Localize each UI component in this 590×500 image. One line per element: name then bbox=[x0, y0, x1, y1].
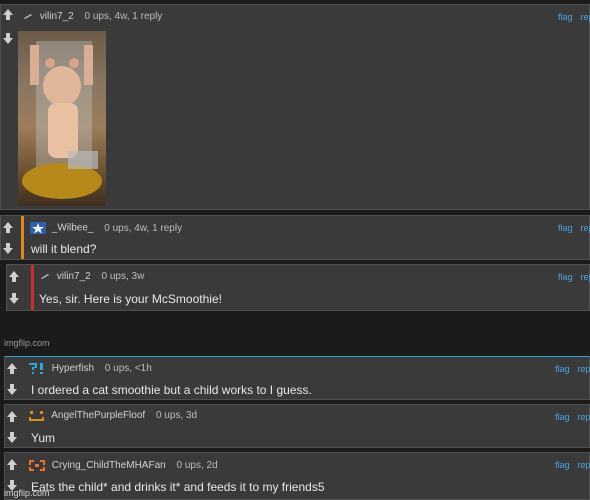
username-link[interactable]: _Wilbee_ bbox=[52, 223, 94, 234]
comment-actions: flag reply bbox=[558, 12, 590, 22]
comment-header: Hyperfish 0 ups, <1h bbox=[28, 362, 152, 375]
reply-link[interactable]: reply bbox=[578, 412, 590, 422]
flag-link[interactable]: flag bbox=[558, 223, 573, 233]
comment-angel: AngelThePurpleFloof 0 ups, 3d flagreply … bbox=[4, 404, 590, 448]
vote-column bbox=[5, 357, 19, 399]
frame-badge-icon bbox=[28, 459, 46, 472]
comment-meta: 0 ups, 3w bbox=[101, 271, 145, 282]
question-badge-icon bbox=[28, 362, 46, 375]
comment-hyperfish: Hyperfish 0 ups, <1h flag reply I ordered… bbox=[4, 356, 590, 400]
smile-badge-icon bbox=[28, 410, 46, 421]
flag-link[interactable]: flag bbox=[555, 364, 570, 374]
flag-link[interactable]: flag bbox=[555, 412, 570, 422]
star-badge-icon bbox=[30, 222, 46, 234]
comment-wilbee: _Wilbee_ 0 ups, 4w, 1 reply flag reply wi… bbox=[0, 215, 590, 260]
vote-column bbox=[7, 265, 21, 310]
comment-vilin-image: vilin7_2 0 ups, 4w, 1 reply flag reply bbox=[0, 4, 590, 210]
accent-bar bbox=[31, 265, 34, 310]
username-link[interactable]: vilin7_2 bbox=[57, 271, 91, 282]
upvote-icon[interactable] bbox=[2, 220, 14, 234]
comment-text: Eats the child* and drinks it* and feeds… bbox=[31, 480, 325, 494]
downvote-icon[interactable] bbox=[2, 31, 14, 45]
user-avatar-icon bbox=[40, 272, 50, 280]
comment-header: AngelThePurpleFloof 0 ups, 3d bbox=[28, 410, 197, 421]
comment-vilin-reply: vilin7_2 0 ups, 3w flag reply Yes, sir. H… bbox=[6, 264, 590, 311]
comment-text: Yes, sir. Here is your McSmoothie! bbox=[39, 292, 222, 306]
comment-header: vilin7_2 0 ups, 4w, 1 reply bbox=[23, 11, 162, 22]
username-link[interactable]: Hyperfish bbox=[52, 363, 94, 374]
comment-actions: flag reply bbox=[555, 412, 590, 422]
comment-header: Crying_ChildTheMHAFan 0 ups, 2d bbox=[28, 459, 218, 472]
vote-column bbox=[5, 405, 19, 447]
upvote-icon[interactable] bbox=[8, 269, 20, 283]
comment-header: vilin7_2 0 ups, 3w bbox=[40, 271, 144, 282]
reply-link[interactable]: reply bbox=[581, 223, 590, 233]
comment-header: _Wilbee_ 0 ups, 4w, 1 reply bbox=[30, 222, 182, 234]
comment-meta: 0 ups, <1h bbox=[104, 363, 152, 375]
baby-in-blender-photo bbox=[22, 41, 102, 199]
vote-column bbox=[1, 216, 15, 259]
flag-link[interactable]: flag bbox=[555, 460, 570, 470]
comment-meta: 0 ups, 2d bbox=[176, 460, 218, 472]
downvote-icon[interactable] bbox=[8, 291, 20, 305]
comment-text: Yum bbox=[31, 431, 56, 445]
downvote-icon[interactable] bbox=[6, 382, 18, 396]
imgflip-footer-watermark: imgflip.com bbox=[4, 488, 50, 498]
comment-actions: flag reply bbox=[558, 272, 590, 282]
vote-column bbox=[1, 5, 15, 209]
comment-actions: flag reply bbox=[555, 460, 590, 470]
username-link[interactable]: AngelThePurpleFloof bbox=[51, 410, 145, 421]
comment-image[interactable] bbox=[18, 31, 106, 206]
accent-bar bbox=[21, 216, 24, 259]
username-link[interactable]: vilin7_2 bbox=[40, 11, 74, 22]
reply-link[interactable]: reply bbox=[581, 272, 590, 282]
reply-link[interactable]: reply bbox=[581, 12, 590, 22]
upvote-icon[interactable] bbox=[6, 457, 18, 471]
comment-actions: flag reply bbox=[558, 223, 590, 233]
comment-meta: 0 ups, 4w, 1 reply bbox=[84, 11, 163, 22]
user-avatar-icon bbox=[23, 12, 33, 20]
downvote-icon[interactable] bbox=[2, 241, 14, 255]
comment-text: I ordered a cat smoothie but a child wor… bbox=[31, 383, 312, 397]
reply-link[interactable]: reply bbox=[578, 364, 590, 374]
upvote-icon[interactable] bbox=[2, 7, 14, 21]
comment-text: will it blend? bbox=[31, 242, 97, 256]
flag-link[interactable]: flag bbox=[558, 272, 573, 282]
comment-meta: 0 ups, 4w, 1 reply bbox=[104, 222, 183, 234]
upvote-icon[interactable] bbox=[6, 409, 18, 423]
flag-link[interactable]: flag bbox=[558, 12, 573, 22]
downvote-icon[interactable] bbox=[6, 430, 18, 444]
comment-crying-child: Crying_ChildTheMHAFan 0 ups, 2d flag repl… bbox=[4, 452, 590, 500]
imgflip-watermark: imgflip.com bbox=[4, 338, 50, 348]
comment-actions: flag reply bbox=[555, 364, 590, 374]
comment-meta: 0 ups, 3d bbox=[155, 410, 198, 422]
reply-link[interactable]: reply bbox=[578, 460, 590, 470]
upvote-icon[interactable] bbox=[6, 361, 18, 375]
username-link[interactable]: Crying_ChildTheMHAFan bbox=[52, 460, 166, 471]
